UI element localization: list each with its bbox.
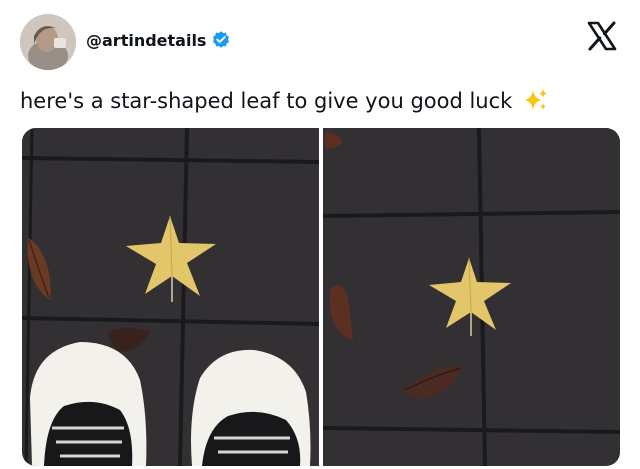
photo-left-image	[22, 128, 319, 466]
verified-badge-icon	[213, 31, 230, 48]
tweet-body: here's a star-shaped leaf to give you go…	[20, 89, 513, 113]
photo-right[interactable]	[323, 128, 620, 466]
avatar[interactable]	[20, 14, 76, 70]
author-row: @artindetails	[86, 30, 231, 50]
photo-left[interactable]	[22, 128, 319, 466]
x-logo-icon[interactable]	[584, 18, 620, 54]
tweet-header: @artindetails	[0, 0, 640, 80]
sparkles-icon	[525, 89, 548, 110]
tweet-text: here's a star-shaped leaf to give you go…	[20, 88, 549, 113]
photo-right-image	[323, 128, 620, 466]
media-grid	[22, 128, 620, 466]
author-handle[interactable]: @artindetails	[86, 31, 206, 50]
